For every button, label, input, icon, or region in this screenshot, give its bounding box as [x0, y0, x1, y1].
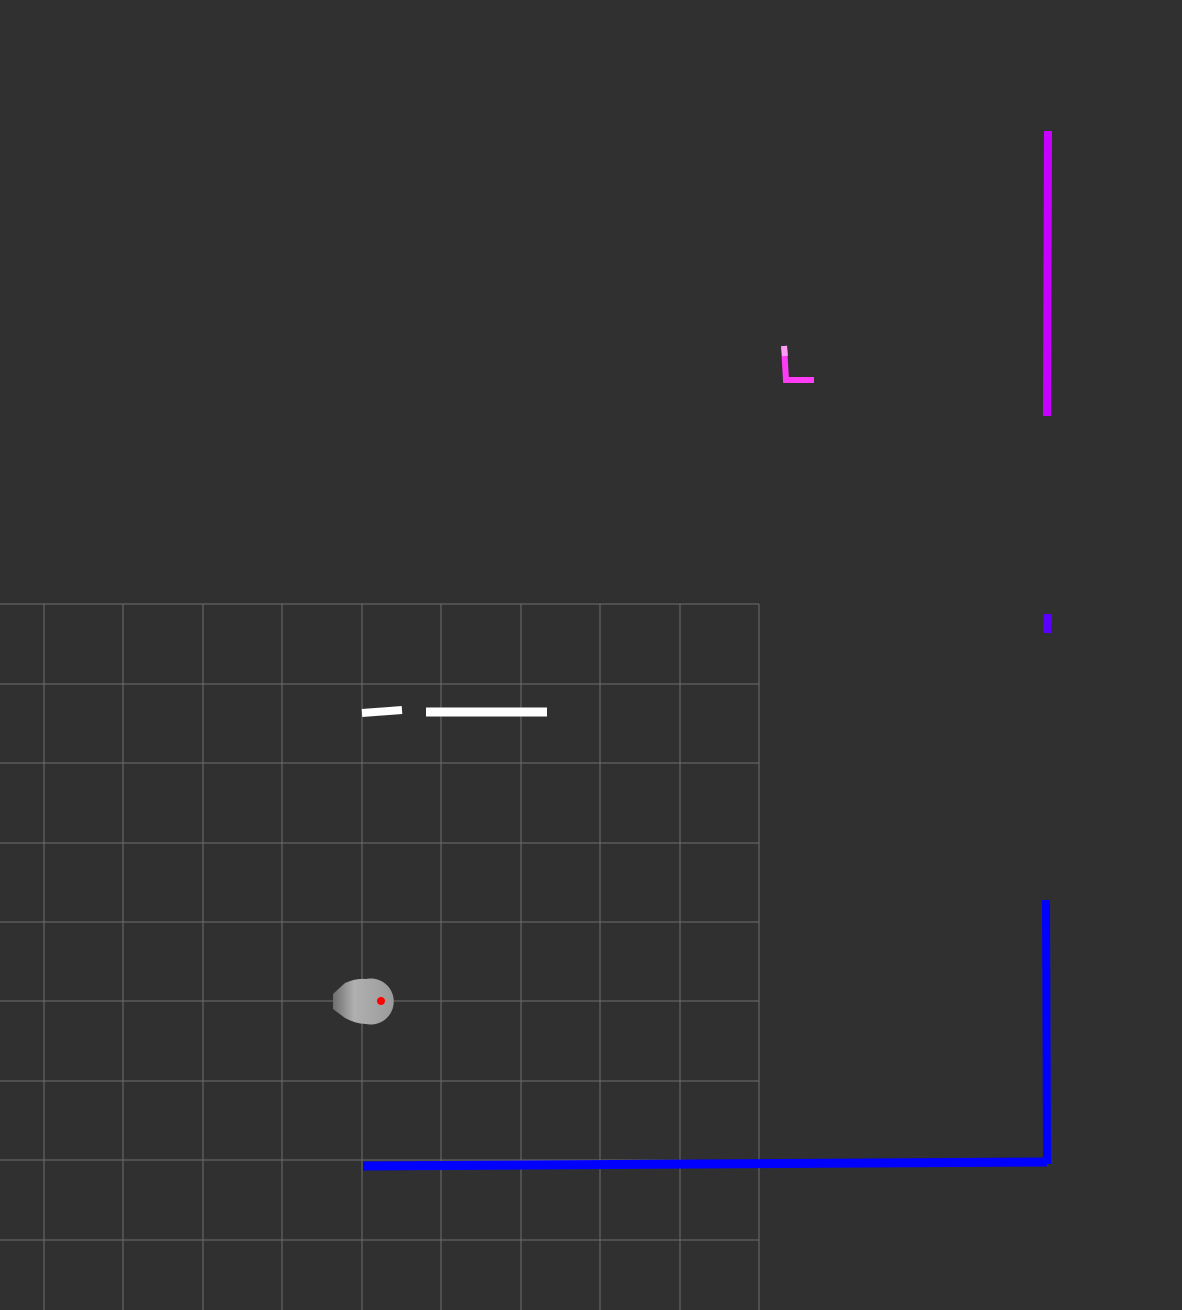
white-wall-segments: [361, 706, 547, 717]
violet-wall-segment: [1043, 130, 1052, 417]
magenta-l-marker: [781, 345, 814, 383]
white-segment-short: [361, 706, 403, 717]
scene-canvas[interactable]: [0, 0, 1182, 1310]
blue-wall-segments: [362, 899, 1051, 1171]
3d-viewport[interactable]: [0, 0, 1182, 1310]
robot-model[interactable]: [333, 978, 394, 1025]
robot-heading-indicator: [377, 997, 385, 1005]
indigo-wall-fragment: [1043, 613, 1052, 634]
